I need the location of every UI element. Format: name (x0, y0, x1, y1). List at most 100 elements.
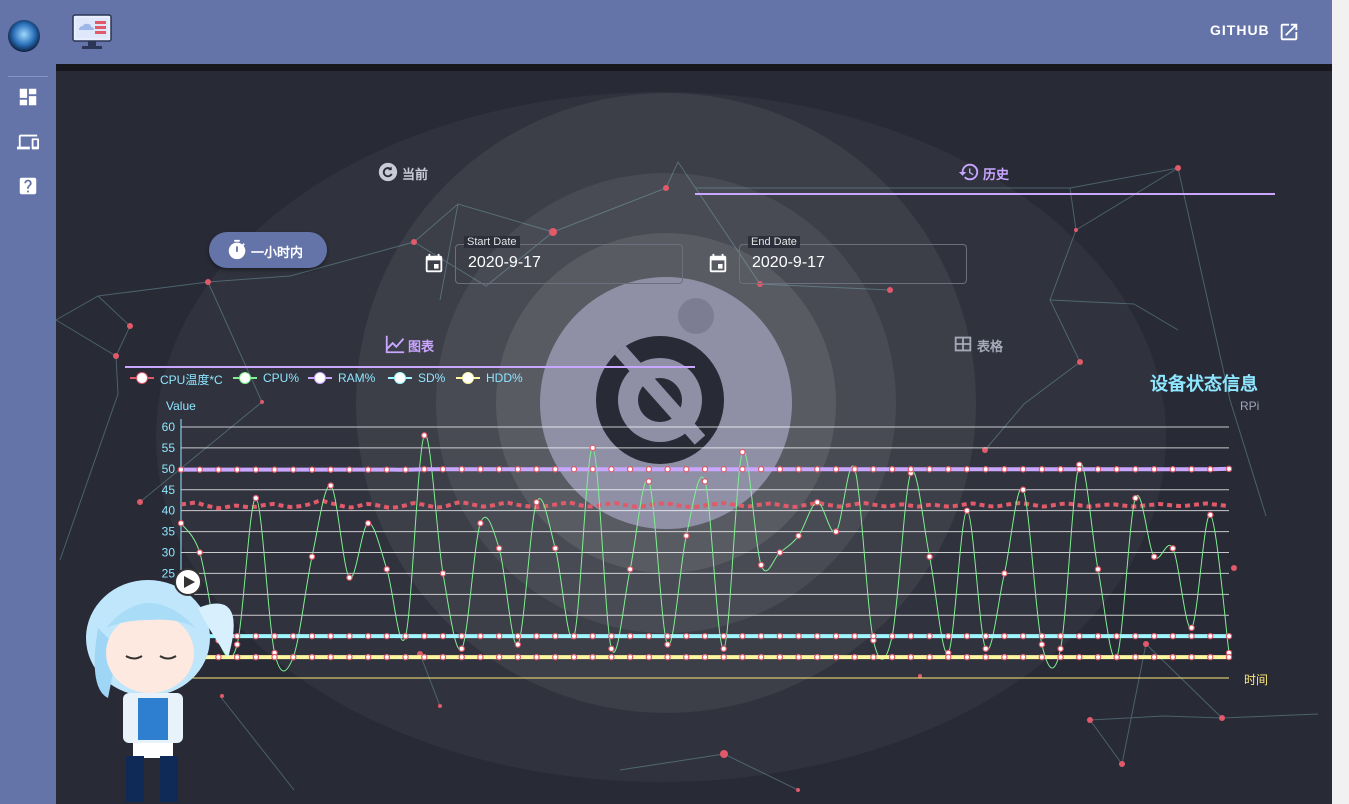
calendar-icon[interactable] (707, 253, 729, 275)
data-point (1094, 632, 1102, 640)
data-point (477, 653, 484, 661)
chart-grid (181, 426, 1229, 679)
end-date-field[interactable]: End Date (739, 236, 967, 284)
data-point (290, 466, 297, 473)
tab-current[interactable]: 当前 (402, 164, 428, 183)
data-point (1169, 653, 1177, 661)
data-point (701, 478, 709, 485)
tab-table[interactable]: 表格 (977, 336, 1003, 355)
data-point (1094, 466, 1102, 473)
start-date-input[interactable] (466, 253, 670, 273)
data-point (963, 466, 971, 473)
data-point (1169, 466, 1177, 473)
background-logo (596, 298, 724, 464)
y-tick-label: 45 (162, 483, 176, 497)
y-tick-label: 50 (162, 462, 176, 476)
data-point (402, 632, 409, 640)
data-point (1076, 466, 1083, 473)
data-point (383, 632, 391, 640)
data-point (364, 520, 372, 527)
data-point (177, 466, 185, 473)
data-point (1001, 653, 1008, 661)
data-point (421, 632, 428, 640)
tab-chart-indicator (125, 366, 695, 368)
data-point (739, 653, 746, 661)
data-point (626, 632, 634, 640)
data-point (514, 632, 522, 640)
data-point (514, 641, 522, 648)
data-point (327, 632, 334, 640)
data-point (982, 466, 989, 473)
data-point (963, 507, 971, 514)
data-point (383, 653, 391, 661)
data-point (327, 466, 334, 473)
data-point (945, 632, 952, 640)
data-point (477, 632, 484, 640)
data-point (832, 632, 840, 640)
data-point (421, 466, 428, 473)
data-point (1225, 653, 1233, 661)
data-point (814, 499, 821, 506)
data-point (945, 653, 952, 661)
calendar-icon[interactable] (423, 253, 445, 275)
data-point (346, 466, 353, 473)
data-point (664, 653, 671, 661)
data-point (477, 520, 484, 527)
data-point (720, 466, 727, 473)
mascot-character[interactable] (78, 548, 258, 804)
data-point (383, 566, 391, 573)
data-point (308, 466, 316, 473)
data-point (495, 545, 503, 552)
data-point (215, 466, 222, 473)
data-point (963, 632, 971, 640)
data-point (757, 632, 765, 640)
data-point (795, 653, 802, 661)
data-point (851, 466, 858, 473)
data-point (439, 653, 447, 661)
end-date-input[interactable] (750, 253, 954, 273)
start-date-field[interactable]: Start Date (455, 236, 683, 284)
start-date-label: Start Date (464, 236, 520, 248)
data-point (926, 632, 933, 640)
data-point (589, 466, 596, 473)
data-point (795, 632, 802, 640)
data-point (196, 466, 203, 473)
data-point (683, 466, 690, 473)
data-point (1019, 486, 1027, 493)
data-point (1207, 653, 1214, 661)
refresh-icon (378, 162, 398, 182)
data-point (514, 466, 522, 473)
data-point (458, 653, 465, 661)
data-point (402, 466, 409, 473)
tab-chart[interactable]: 图表 (408, 336, 434, 355)
data-point (907, 632, 915, 640)
data-point (495, 466, 503, 473)
data-point (1057, 645, 1064, 652)
data-point (271, 653, 278, 661)
data-point (1188, 653, 1195, 661)
data-point (1001, 632, 1008, 640)
tab-history[interactable]: 历史 (983, 164, 1009, 183)
data-point (907, 653, 915, 661)
data-point (1113, 653, 1120, 661)
data-point (1132, 494, 1139, 502)
data-point (308, 553, 316, 560)
data-point (1169, 632, 1177, 640)
data-point (888, 632, 896, 640)
chart-series (177, 432, 1233, 672)
data-point (757, 561, 765, 569)
last-hour-button[interactable]: 一小时内 (209, 232, 327, 268)
tab-history-indicator (695, 193, 1275, 195)
x-axis-label: 时间 (1244, 673, 1269, 687)
data-point (776, 549, 784, 556)
data-point (514, 653, 522, 661)
data-point (608, 632, 615, 640)
data-point (1019, 466, 1027, 473)
data-point (552, 545, 559, 552)
data-point (570, 632, 578, 640)
data-point (720, 653, 727, 661)
data-point (814, 466, 821, 473)
data-point (739, 448, 746, 456)
data-point (290, 653, 297, 661)
data-point (888, 466, 896, 473)
